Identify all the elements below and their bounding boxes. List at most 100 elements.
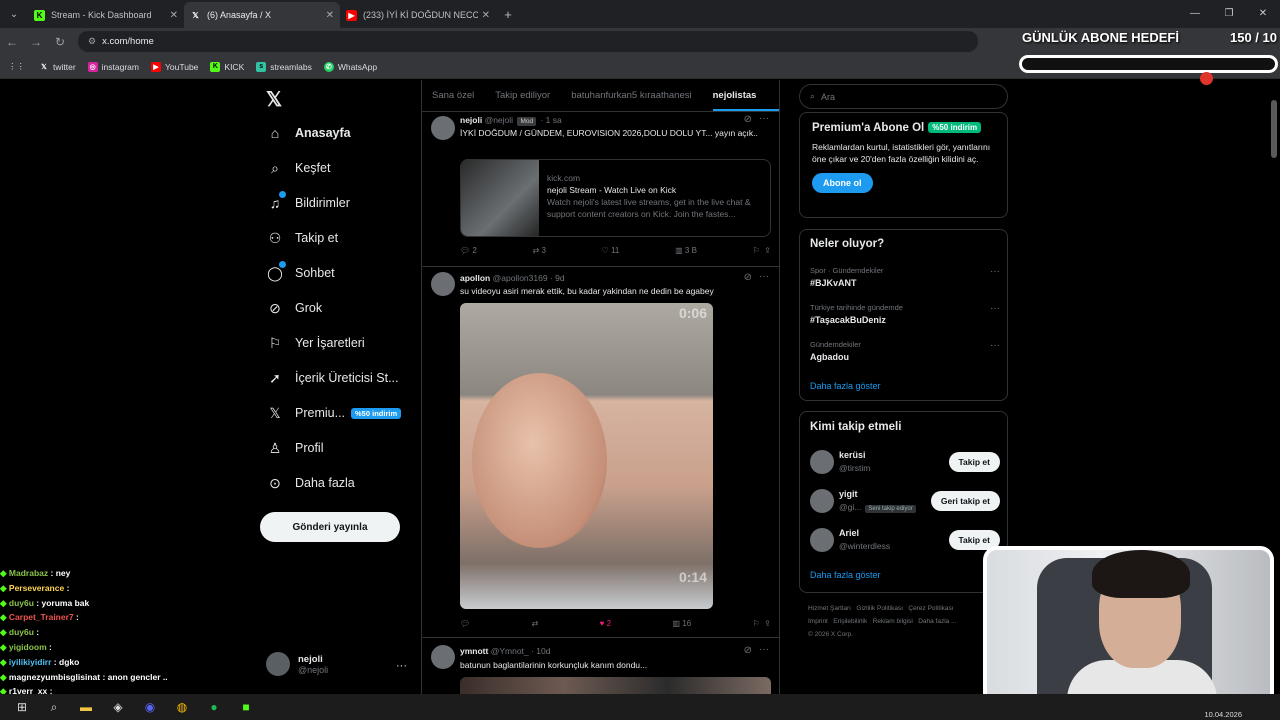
maximize-icon[interactable]: ❐ xyxy=(1212,0,1246,28)
who-to-follow-box: Kimi takip etmeli kerüsi @tirstim Takip … xyxy=(799,411,1008,593)
trend-item[interactable]: Türkiye tarihinde gündemde #TaşacakBuDeni… xyxy=(810,303,1000,325)
tab-nejolistas[interactable]: nejolistas ⌄ xyxy=(712,90,779,111)
app-icon[interactable]: ◈ xyxy=(102,694,134,720)
retweet-button[interactable]: ⇄ xyxy=(532,619,539,628)
sidebar-item-explore[interactable]: ⌕ Keşfet xyxy=(266,159,330,177)
chrome-icon[interactable]: ◍ xyxy=(166,694,198,720)
sidebar-item-more[interactable]: ⊙ Daha fazla xyxy=(266,474,355,492)
trend-item[interactable]: Gündemdekiler Agbadou ··· xyxy=(810,340,1000,362)
close-icon[interactable]: ✕ xyxy=(170,10,178,21)
like-button[interactable]: ♡ 11 xyxy=(602,246,620,255)
tab-following[interactable]: Takip ediliyor xyxy=(495,90,550,101)
share-icon[interactable]: ⇪ xyxy=(764,619,771,628)
reply-button[interactable]: 💬︎ 2 xyxy=(460,246,477,255)
browser-tab-youtube[interactable]: ▶ (233) İYİ Kİ DOĞDUN NECOI - Y ✕ xyxy=(340,2,496,28)
account-switcher[interactable]: nejoli @nejoli xyxy=(266,652,328,676)
tweet[interactable]: apollon @apollon3169 · 9d ⊘ ··· su video… xyxy=(422,268,779,638)
avatar[interactable] xyxy=(431,645,455,669)
new-tab-button[interactable]: + xyxy=(496,7,520,22)
bookmark-twitter[interactable]: 𝕏twitter xyxy=(39,62,76,72)
grok-icon[interactable]: ⊘ xyxy=(744,272,752,283)
video-player[interactable]: 0:06 0:14 xyxy=(460,303,713,609)
more-icon[interactable]: ··· xyxy=(990,266,1000,277)
search-input[interactable]: ⌕ Ara xyxy=(799,84,1008,109)
sidebar-item-notifications[interactable]: ♫ Bildirimler xyxy=(266,191,350,212)
windows-icon[interactable]: ⊞ xyxy=(6,694,38,720)
url-field[interactable]: ⚙ x.com/home xyxy=(78,31,978,52)
follow-button[interactable]: Takip et xyxy=(948,452,1000,472)
show-more-link[interactable]: Daha fazla göster xyxy=(810,381,881,391)
site-info-icon[interactable]: ⚙ xyxy=(88,36,96,47)
like-button[interactable]: ♥ 2 xyxy=(600,619,611,628)
chat-message: ◆ yigidoom : xyxy=(0,641,52,652)
close-icon[interactable]: ✕ xyxy=(326,10,334,21)
more-icon[interactable]: ··· xyxy=(759,113,769,124)
share-icon[interactable]: ⇪ xyxy=(764,246,771,255)
sidebar-item-chat[interactable]: ◯ Sohbet xyxy=(266,261,335,282)
minimize-icon[interactable]: — xyxy=(1178,0,1212,28)
follow-back-button[interactable]: Geri takip et xyxy=(930,491,1000,511)
grok-icon[interactable]: ⊘ xyxy=(744,645,752,656)
tweet-media[interactable] xyxy=(460,677,771,694)
search-icon[interactable]: ⌕ xyxy=(38,694,70,720)
back-icon[interactable]: ← xyxy=(0,35,24,49)
views-button[interactable]: ▥ 3 B xyxy=(675,246,697,255)
scrollbar[interactable] xyxy=(1271,100,1277,158)
footer-links: Hizmet Şartları Gizlilik Politikası Çere… xyxy=(808,605,957,638)
subscriber-goal-count: 150 / 10 xyxy=(1230,30,1277,45)
views-button[interactable]: ▥ 16 xyxy=(673,619,692,628)
sidebar-item-follow[interactable]: ⚇ Takip et xyxy=(266,229,338,247)
follow-suggestion[interactable]: yigit @gi... Seni takip ediyor Geri takip… xyxy=(810,487,1000,515)
kick-icon[interactable]: ■ xyxy=(230,694,262,720)
discord-icon[interactable]: ◉ xyxy=(134,694,166,720)
bookmark-youtube[interactable]: ▶ YouTube xyxy=(151,61,198,72)
sidebar-item-profile[interactable]: ♙ Profil xyxy=(266,439,324,457)
subscribe-button[interactable]: Abone ol xyxy=(812,173,873,193)
folder-icon[interactable]: ▬ xyxy=(70,694,102,720)
more-icon[interactable]: ··· xyxy=(759,271,769,282)
sidebar-item-home[interactable]: ⌂ Anasayfa xyxy=(266,124,351,142)
more-icon[interactable]: ··· xyxy=(990,303,1000,314)
avatar[interactable] xyxy=(431,272,455,296)
chat-badge-icon: ◆ xyxy=(0,671,9,682)
reload-icon[interactable]: ↻ xyxy=(48,35,72,49)
more-icon[interactable]: ··· xyxy=(990,340,1000,351)
more-icon[interactable]: ··· xyxy=(759,644,769,655)
show-more-link[interactable]: Daha fazla göster xyxy=(810,570,881,580)
tab-list-kiraathane[interactable]: batuhanfurkan5 kıraathanesi xyxy=(571,90,691,101)
tweet[interactable]: ymnott @Ymnot_ · 10d ⊘ ··· batunun bagla… xyxy=(422,639,779,694)
forward-icon[interactable]: → xyxy=(24,35,48,49)
follow-suggestion[interactable]: kerüsi @tirstim Takip et xyxy=(810,448,1000,476)
avatar[interactable] xyxy=(431,116,455,140)
reply-button[interactable]: 💬︎ xyxy=(460,619,470,628)
browser-tab-kick[interactable]: K Stream - Kick Dashboard ✕ xyxy=(28,2,184,28)
retweet-button[interactable]: ⇄ 3 xyxy=(533,246,546,255)
apps-icon[interactable]: ⋮⋮ xyxy=(8,61,25,72)
bookmark-kick[interactable]: K KICK xyxy=(210,61,244,72)
more-icon[interactable]: ··· xyxy=(396,660,407,672)
trend-item[interactable]: Spor · Gündemdekiler #BJKvANT ··· xyxy=(810,266,1000,288)
sidebar-item-bookmarks[interactable]: ⚐ Yer İşaretleri xyxy=(266,334,365,352)
spotify-icon[interactable]: ● xyxy=(198,694,230,720)
tweet[interactable]: nejoli @nejoli Mod · 1 sa ⊘ ··· İYKİ DOĞ… xyxy=(422,113,779,267)
post-button[interactable]: Gönderi yayınla xyxy=(260,512,400,542)
bookmark-whatsapp[interactable]: ✆ WhatsApp xyxy=(323,61,377,72)
streamer-hair xyxy=(1092,550,1190,598)
sidebar-item-grok[interactable]: ⊘ Grok xyxy=(266,299,322,317)
bookmark-button[interactable]: ⚐ ⇪ xyxy=(753,246,771,255)
bookmark-button[interactable]: ⚐ ⇪ xyxy=(753,619,771,628)
close-window-icon[interactable]: ✕ xyxy=(1246,0,1280,28)
link-card[interactable]: kick.com nejoli Stream - Watch Live on K… xyxy=(460,159,771,237)
tab-for-you[interactable]: Sana özel xyxy=(432,90,474,101)
bookmark-instagram[interactable]: ◎ instagram xyxy=(87,61,139,72)
browser-tab-x[interactable]: 𝕏 (6) Anasayfa / X ✕ xyxy=(184,2,340,28)
add-user-icon: ⚇ xyxy=(268,229,282,246)
x-logo-icon[interactable]: 𝕏 xyxy=(266,87,282,112)
sidebar-item-creator-studio[interactable]: ➚ İçerik Üreticisi St... xyxy=(266,369,398,387)
grok-icon[interactable]: ⊘ xyxy=(744,114,752,125)
tab-search-icon[interactable]: ⌄ xyxy=(0,0,28,28)
follow-suggestion[interactable]: Ariel @winterdless Takip et xyxy=(810,526,1000,554)
bookmark-streamlabs[interactable]: s streamlabs xyxy=(256,61,312,72)
close-icon[interactable]: ✕ xyxy=(482,10,490,21)
sidebar-item-premium[interactable]: 𝕏 Premiu... %50 indirim xyxy=(266,404,402,422)
